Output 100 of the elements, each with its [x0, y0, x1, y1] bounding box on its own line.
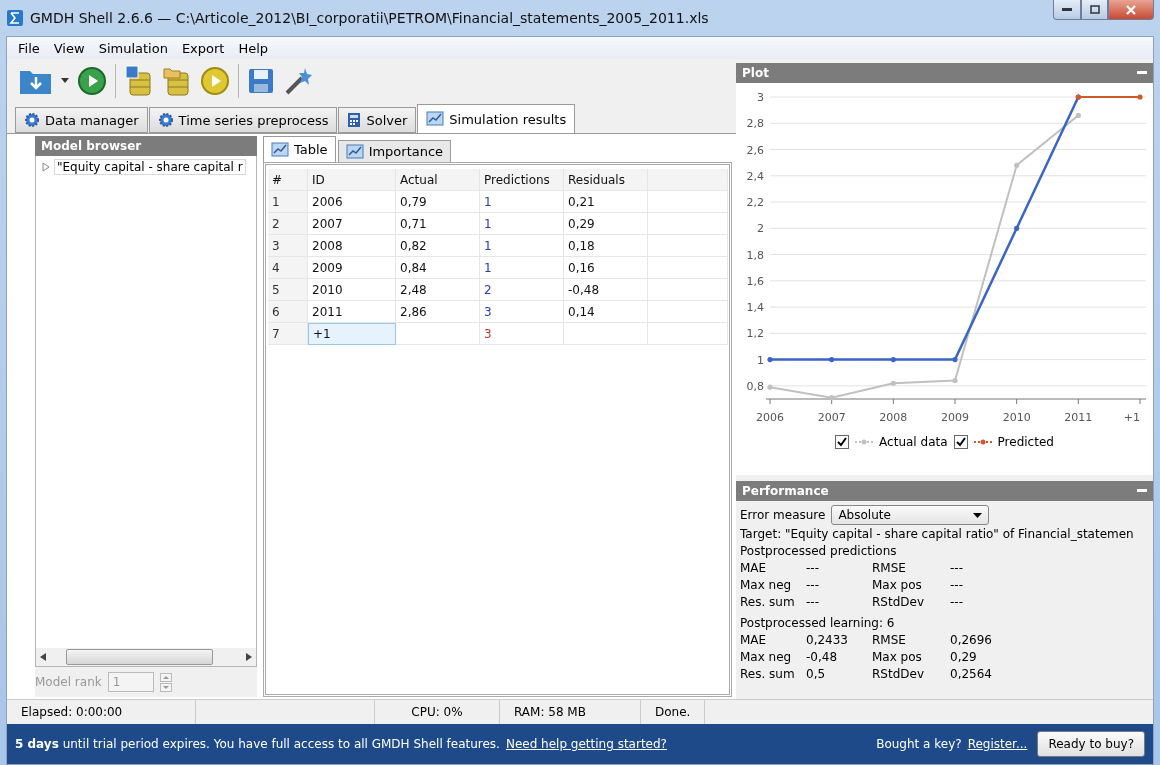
tab[interactable]: Importance [337, 140, 452, 162]
legend-label: Actual data [879, 435, 948, 449]
save-icon[interactable] [247, 67, 275, 95]
tab[interactable]: Data manager [15, 107, 148, 133]
play-icon[interactable] [200, 66, 230, 96]
table-cell: 2007 [308, 213, 396, 235]
dropdown-caret-icon[interactable] [61, 78, 69, 84]
table-cell: 3 [268, 235, 308, 257]
stat-value: --- [950, 560, 964, 576]
y-tick-label: 0,8 [746, 379, 764, 393]
trial-message: 5 days until trial period expires. You have full access to all GMDH Shell features. [15, 737, 500, 751]
scroll-right-icon[interactable] [246, 653, 252, 661]
panel-header: Plot [736, 63, 1153, 83]
menu-item[interactable]: Simulation [91, 40, 175, 56]
y-tick-label: 1 [757, 353, 764, 367]
table-cell: 4 [268, 257, 308, 279]
table-cell: 1 [268, 191, 308, 213]
table-cell: 0,18 [564, 235, 648, 257]
panel-header: Performance [736, 481, 1153, 501]
buy-button[interactable]: Ready to buy? [1037, 731, 1145, 757]
legend-checkbox[interactable] [953, 435, 968, 449]
spin-buttons[interactable] [159, 672, 172, 692]
column-header: ID [308, 169, 396, 191]
legend-label: Predicted [997, 435, 1054, 449]
y-tick-label: 2,4 [746, 169, 764, 183]
section-heading: Postprocessed learning: 6 [740, 615, 896, 631]
stat-label: Max neg [740, 577, 793, 593]
register-link[interactable]: Register... [967, 737, 1028, 751]
table-cell: 0,16 [564, 257, 648, 279]
database-disk-icon[interactable] [124, 65, 154, 97]
column-header: Actual [396, 169, 480, 191]
legend-checkbox[interactable] [835, 435, 850, 449]
horizontal-scrollbar[interactable] [36, 648, 256, 666]
stat-label: MAE [740, 632, 768, 648]
table-cell: 3 [480, 323, 564, 345]
table-cell: 1 [480, 191, 564, 213]
minimize-icon [1062, 7, 1072, 12]
close-button[interactable] [1108, 0, 1154, 20]
y-tick-label: 2,8 [746, 117, 764, 131]
table-cell: 2008 [308, 235, 396, 257]
table-cell: -0,48 [564, 279, 648, 301]
collapse-icon[interactable] [1137, 71, 1147, 75]
menu-item[interactable]: Help [231, 40, 276, 56]
tab[interactable]: Simulation results [417, 104, 576, 133]
y-tick-label: 2,2 [746, 196, 764, 210]
stat-value: 0,5 [806, 666, 827, 682]
minimize-button[interactable] [1053, 0, 1081, 20]
table-cell: 0,21 [564, 191, 648, 213]
dropdown-arrow-icon [973, 512, 983, 518]
stat-label: MAE [740, 560, 768, 576]
chart-icon [271, 141, 289, 158]
stat-value: 0,2564 [950, 666, 993, 682]
x-tick-label: 2007 [817, 411, 846, 424]
table-cell: 2010 [308, 279, 396, 301]
panel-header: Model browser [35, 136, 257, 156]
tab[interactable]: Time series preprocess [148, 107, 338, 133]
y-tick-label: 1,4 [746, 301, 764, 315]
y-tick-label: 3 [757, 91, 764, 104]
y-tick-label: 2,6 [746, 143, 764, 157]
tab[interactable]: Table [263, 136, 336, 162]
menu-item[interactable]: Export [174, 40, 232, 56]
y-tick-label: 1,8 [746, 248, 764, 262]
database-folder-icon[interactable] [162, 65, 192, 97]
tab[interactable]: Solver [338, 107, 417, 133]
expand-icon[interactable] [42, 162, 50, 172]
stat-value: --- [950, 577, 964, 593]
stat-label: Res. sum [740, 666, 796, 682]
stat-label: Max neg [740, 649, 793, 665]
table-cell: 2 [480, 279, 564, 301]
table-cell: 6 [268, 301, 308, 323]
scroll-left-icon[interactable] [40, 653, 46, 661]
model-item[interactable]: "Equity capital - share capital r [54, 159, 246, 175]
field-label: Error measure [740, 507, 826, 523]
chart-icon [345, 143, 364, 160]
stat-value: --- [950, 594, 964, 610]
table-cell: 1 [480, 235, 564, 257]
y-tick-label: 1,6 [746, 274, 764, 288]
table-cell: 1 [480, 213, 564, 235]
table-cell: 0,82 [396, 235, 480, 257]
stat-label: RStdDev [872, 594, 925, 610]
stat-label: Res. sum [740, 594, 796, 610]
collapse-icon[interactable] [1137, 489, 1147, 493]
calculator-icon [347, 112, 362, 128]
stat-label: RMSE [872, 632, 907, 648]
menu-item[interactable]: File [11, 40, 47, 56]
x-tick-label: +1 [1123, 411, 1140, 424]
gear-icon [24, 112, 40, 128]
table-cell: 5 [268, 279, 308, 301]
table-cell: 3 [480, 301, 564, 323]
x-tick-label: 2011 [1064, 411, 1093, 424]
error-measure-dropdown[interactable]: Absolute [831, 505, 990, 525]
column-header: # [268, 169, 308, 191]
menu-item[interactable]: View [46, 40, 92, 56]
maximize-button[interactable] [1081, 0, 1108, 20]
run-icon[interactable] [77, 66, 107, 96]
section-heading: Postprocessed predictions [740, 543, 898, 559]
help-link[interactable]: Need help getting started? [505, 737, 667, 751]
column-header: Residuals [564, 169, 648, 191]
stat-value: 0,2696 [950, 632, 993, 648]
table-cell: 2011 [308, 301, 396, 323]
